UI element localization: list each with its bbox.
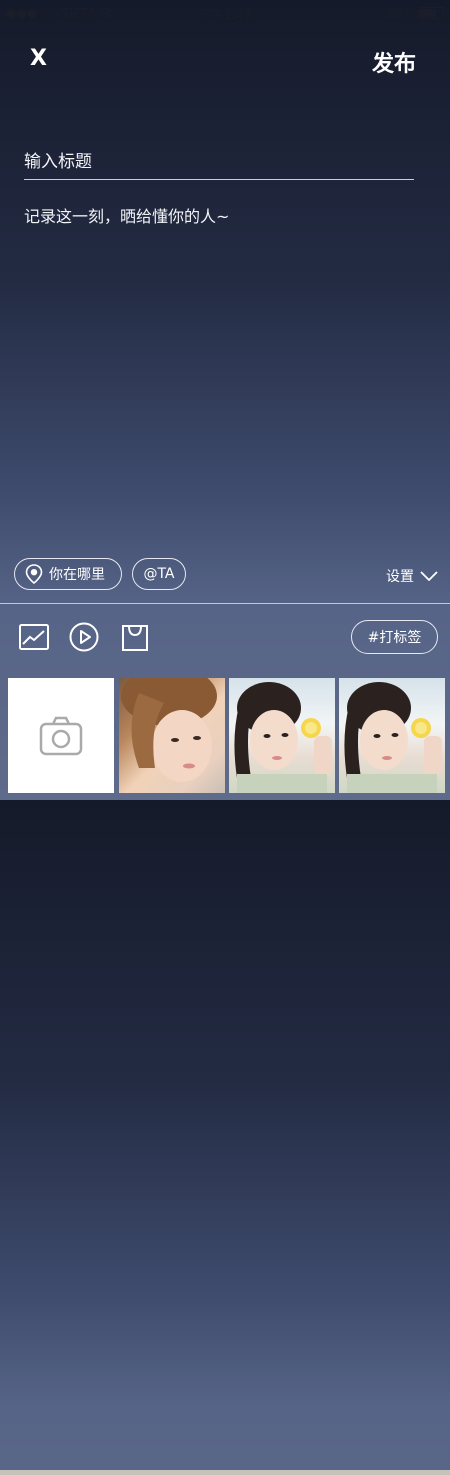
status-bar: ●●●○○ TIETA 下午1:43 80% [0, 0, 450, 26]
shopping-bag-icon[interactable] [119, 621, 151, 653]
battery-fill [420, 9, 436, 17]
settings-dropdown[interactable]: 设置 [386, 566, 438, 586]
settings-label: 设置 [386, 569, 414, 585]
location-pin-icon [25, 564, 43, 584]
photo-portrait-image [344, 682, 442, 793]
image-icon[interactable] [18, 621, 50, 653]
toolbar-divider [0, 603, 450, 604]
location-chip[interactable]: 你在哪里 [14, 558, 122, 590]
play-icon[interactable] [68, 621, 100, 653]
next-row-peek [0, 1470, 450, 1475]
content-input[interactable] [24, 203, 424, 533]
photo-thumbnail[interactable] [229, 678, 335, 793]
title-input[interactable] [24, 145, 414, 180]
publish-button[interactable]: 发布 [372, 46, 416, 78]
add-tag-button[interactable]: #打标签 [351, 620, 438, 654]
battery-icon [418, 7, 444, 19]
camera-icon [39, 716, 83, 755]
photo-thumbnail[interactable] [339, 678, 445, 793]
photo-thumbnail[interactable] [119, 678, 225, 793]
close-button[interactable]: X [30, 46, 47, 71]
mention-chip[interactable]: @TA [132, 558, 186, 590]
status-right: 80% [387, 6, 444, 20]
photo-portrait-image [234, 682, 332, 793]
status-time: 下午1:43 [199, 8, 251, 22]
camera-tile[interactable] [8, 678, 114, 793]
chevron-down-icon [420, 571, 438, 581]
photo-grid [0, 675, 450, 1475]
photo-portrait-image [121, 678, 217, 782]
location-chip-label: 你在哪里 [49, 567, 105, 583]
battery-percent: 80% [387, 6, 414, 20]
mention-chip-label: @TA [143, 566, 175, 582]
